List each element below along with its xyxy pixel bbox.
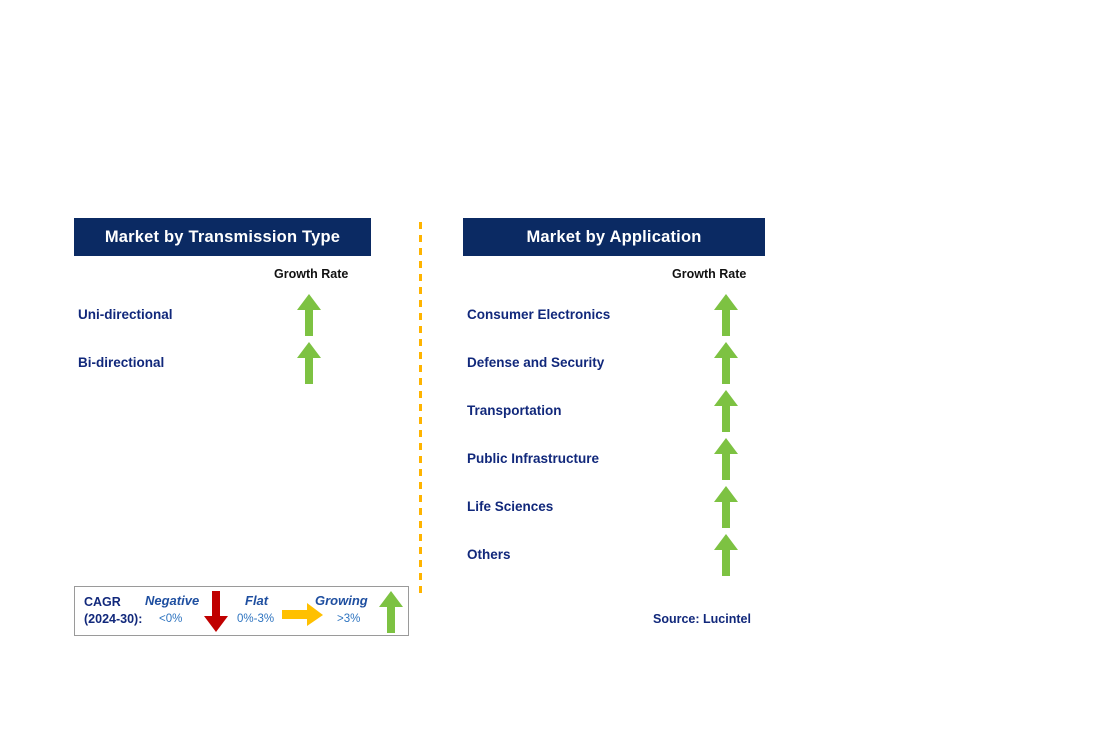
legend-label-growing: Growing [315,593,368,608]
table-row: Life Sciences [467,486,738,528]
legend-range-flat: 0%-3% [237,613,275,625]
table-row: Others [467,534,738,576]
legend-cagr-line2: (2024-30): [84,612,143,626]
panel-title-application: Market by Application [463,218,765,256]
table-row: Bi-directional [78,342,321,384]
arrow-up-green-icon [713,293,739,342]
panel-transmission-type: Market by Transmission Type [74,218,371,256]
panel-title-transmission-type: Market by Transmission Type [74,218,371,256]
row-label: Others [467,547,511,562]
arrow-up-green-icon [713,485,739,534]
arrow-up-green-icon [296,293,322,342]
arrow-up-green-icon [713,389,739,438]
table-row: Consumer Electronics [467,294,738,336]
table-row: Defense and Security [467,342,738,384]
source-attribution: Source: Lucintel [653,612,751,626]
panel-application: Market by Application [463,218,765,256]
vertical-dashed-divider [419,222,422,596]
arrow-up-green-icon [713,533,739,582]
row-label: Transportation [467,403,562,418]
legend-label-flat: Flat [245,593,269,608]
row-label: Bi-directional [78,355,165,370]
row-label: Life Sciences [467,499,554,514]
arrow-up-green-icon [713,341,739,390]
legend-cagr-line1: CAGR [84,595,121,609]
table-row: Public Infrastructure [467,438,738,480]
row-label: Defense and Security [467,355,605,370]
column-header-growth-rate-transmission: Growth Rate [274,267,349,281]
row-label: Uni-directional [78,307,173,322]
arrow-up-green-icon [378,590,404,639]
legend-range-growing: >3% [337,613,361,625]
arrow-up-green-icon [296,341,322,390]
legend-cagr-box: CAGR (2024-30): Negative <0% Flat 0%-3% … [74,586,409,636]
column-header-growth-rate-application: Growth Rate [672,267,747,281]
table-row: Transportation [467,390,738,432]
slide-canvas: Market by Transmission Type Growth Rate … [0,0,1106,743]
row-label: Consumer Electronics [467,307,611,322]
arrow-down-red-icon [203,591,229,638]
legend-cagr-label: CAGR (2024-30): [84,594,142,628]
table-row: Uni-directional [78,294,321,336]
legend-range-negative: <0% [159,613,183,625]
row-label: Public Infrastructure [467,451,600,466]
legend-label-negative: Negative [145,593,200,608]
arrow-up-green-icon [713,437,739,486]
